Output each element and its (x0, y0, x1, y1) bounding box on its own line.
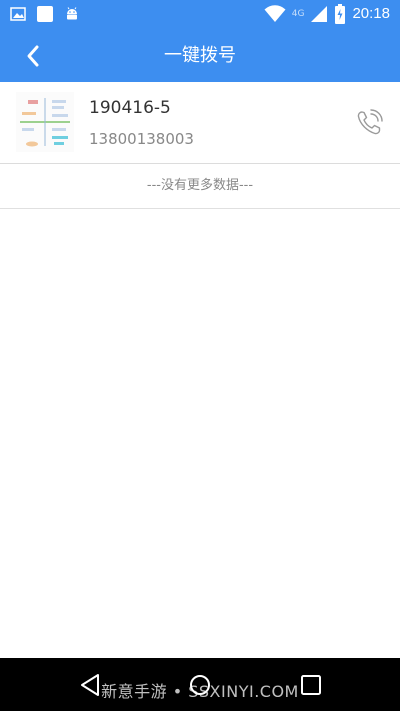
contact-list-item[interactable]: 190416-5 13800138003 (0, 82, 400, 164)
image-icon (10, 7, 26, 21)
contact-phone: 13800138003 (89, 130, 194, 148)
no-more-data-label: ---没有更多数据--- (0, 164, 400, 209)
battery-icon (335, 4, 346, 24)
page-title: 一键拨号 (164, 45, 236, 66)
status-right-icons: 4G 20:18 (264, 4, 390, 24)
signal-icon (311, 6, 328, 22)
back-triangle-icon[interactable] (78, 672, 104, 698)
network-type-label: 4G (291, 9, 305, 19)
android-icon (67, 7, 77, 20)
status-left-icons (10, 5, 80, 23)
status-bar: 4G 20:18 (0, 0, 400, 30)
phone-call-icon[interactable] (354, 108, 384, 138)
home-circle-icon[interactable] (187, 672, 213, 698)
contact-thumbnail (16, 92, 74, 152)
recents-square-icon[interactable] (298, 672, 324, 698)
notification-square-icon (37, 6, 53, 22)
system-nav-bar: 新意手游 • SSXINYI.COM (0, 658, 400, 711)
app-bar: 一键拨号 (0, 30, 400, 82)
contact-name: 190416-5 (89, 98, 171, 118)
contact-list: 190416-5 13800138003 ---没有更多数据--- (0, 82, 400, 209)
wifi-icon (264, 5, 286, 22)
status-time: 20:18 (352, 5, 390, 22)
